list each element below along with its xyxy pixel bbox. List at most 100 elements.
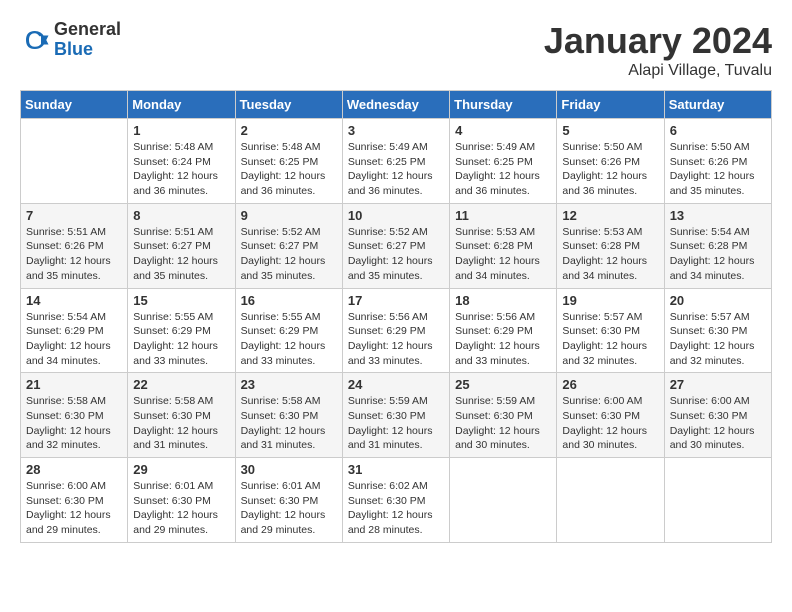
calendar-cell: 13 Sunrise: 5:54 AM Sunset: 6:28 PM Dayli… — [664, 203, 771, 288]
day-number: 23 — [241, 377, 337, 392]
day-info: Sunrise: 6:01 AM Sunset: 6:30 PM Dayligh… — [241, 479, 337, 538]
day-info: Sunrise: 6:00 AM Sunset: 6:30 PM Dayligh… — [562, 394, 658, 453]
day-info: Sunrise: 5:51 AM Sunset: 6:27 PM Dayligh… — [133, 225, 229, 284]
day-info: Sunrise: 5:49 AM Sunset: 6:25 PM Dayligh… — [348, 140, 444, 199]
calendar-cell: 12 Sunrise: 5:53 AM Sunset: 6:28 PM Dayli… — [557, 203, 664, 288]
day-info: Sunrise: 5:54 AM Sunset: 6:28 PM Dayligh… — [670, 225, 766, 284]
calendar-cell: 25Sunrise: 5:59 AM Sunset: 6:30 PM Dayli… — [450, 373, 557, 458]
day-info: Sunrise: 5:56 AM Sunset: 6:29 PM Dayligh… — [455, 310, 551, 369]
calendar-table: SundayMondayTuesdayWednesdayThursdayFrid… — [20, 90, 772, 543]
header-cell-saturday: Saturday — [664, 91, 771, 119]
calendar-cell: 15Sunrise: 5:55 AM Sunset: 6:29 PM Dayli… — [128, 288, 235, 373]
day-info: Sunrise: 5:55 AM Sunset: 6:29 PM Dayligh… — [133, 310, 229, 369]
header-cell-tuesday: Tuesday — [235, 91, 342, 119]
day-number: 13 — [670, 208, 766, 223]
calendar-subtitle: Alapi Village, Tuvalu — [544, 62, 772, 80]
day-number: 3 — [348, 123, 444, 138]
day-number: 8 — [133, 208, 229, 223]
day-info: Sunrise: 6:00 AM Sunset: 6:30 PM Dayligh… — [670, 394, 766, 453]
calendar-cell: 27 Sunrise: 6:00 AM Sunset: 6:30 PM Dayli… — [664, 373, 771, 458]
day-info: Sunrise: 6:02 AM Sunset: 6:30 PM Dayligh… — [348, 479, 444, 538]
calendar-cell: 29Sunrise: 6:01 AM Sunset: 6:30 PM Dayli… — [128, 458, 235, 543]
calendar-title: January 2024 — [544, 20, 772, 62]
day-number: 12 — [562, 208, 658, 223]
calendar-cell: 22 Sunrise: 5:58 AM Sunset: 6:30 PM Dayli… — [128, 373, 235, 458]
week-row-0: 1Sunrise: 5:48 AM Sunset: 6:24 PM Daylig… — [21, 119, 772, 204]
calendar-cell: 10 Sunrise: 5:52 AM Sunset: 6:27 PM Dayli… — [342, 203, 449, 288]
day-info: Sunrise: 5:48 AM Sunset: 6:25 PM Dayligh… — [241, 140, 337, 199]
day-number: 4 — [455, 123, 551, 138]
calendar-cell: 20 Sunrise: 5:57 AM Sunset: 6:30 PM Dayli… — [664, 288, 771, 373]
day-info: Sunrise: 5:52 AM Sunset: 6:27 PM Dayligh… — [348, 225, 444, 284]
calendar-cell: 4 Sunrise: 5:49 AM Sunset: 6:25 PM Daylig… — [450, 119, 557, 204]
header-cell-monday: Monday — [128, 91, 235, 119]
day-number: 31 — [348, 462, 444, 477]
day-info: Sunrise: 5:58 AM Sunset: 6:30 PM Dayligh… — [241, 394, 337, 453]
day-info: Sunrise: 5:57 AM Sunset: 6:30 PM Dayligh… — [670, 310, 766, 369]
day-number: 2 — [241, 123, 337, 138]
day-info: Sunrise: 6:01 AM Sunset: 6:30 PM Dayligh… — [133, 479, 229, 538]
day-info: Sunrise: 5:58 AM Sunset: 6:30 PM Dayligh… — [133, 394, 229, 453]
week-row-2: 14 Sunrise: 5:54 AM Sunset: 6:29 PM Dayli… — [21, 288, 772, 373]
calendar-body: 1Sunrise: 5:48 AM Sunset: 6:24 PM Daylig… — [21, 119, 772, 543]
day-info: Sunrise: 5:58 AM Sunset: 6:30 PM Dayligh… — [26, 394, 122, 453]
day-number: 24 — [348, 377, 444, 392]
calendar-cell: 26 Sunrise: 6:00 AM Sunset: 6:30 PM Dayli… — [557, 373, 664, 458]
calendar-cell: 23 Sunrise: 5:58 AM Sunset: 6:30 PM Dayli… — [235, 373, 342, 458]
day-number: 28 — [26, 462, 122, 477]
calendar-cell: 2 Sunrise: 5:48 AM Sunset: 6:25 PM Daylig… — [235, 119, 342, 204]
calendar-cell: 8 Sunrise: 5:51 AM Sunset: 6:27 PM Daylig… — [128, 203, 235, 288]
day-number: 30 — [241, 462, 337, 477]
day-info: Sunrise: 5:59 AM Sunset: 6:30 PM Dayligh… — [348, 394, 444, 453]
day-info: Sunrise: 5:55 AM Sunset: 6:29 PM Dayligh… — [241, 310, 337, 369]
header-cell-wednesday: Wednesday — [342, 91, 449, 119]
calendar-cell: 6 Sunrise: 5:50 AM Sunset: 6:26 PM Daylig… — [664, 119, 771, 204]
logo-general-text: General — [54, 20, 121, 40]
day-info: Sunrise: 5:52 AM Sunset: 6:27 PM Dayligh… — [241, 225, 337, 284]
title-block: January 2024 Alapi Village, Tuvalu — [544, 20, 772, 80]
day-info: Sunrise: 5:49 AM Sunset: 6:25 PM Dayligh… — [455, 140, 551, 199]
day-info: Sunrise: 5:53 AM Sunset: 6:28 PM Dayligh… — [562, 225, 658, 284]
day-number: 6 — [670, 123, 766, 138]
day-number: 7 — [26, 208, 122, 223]
day-number: 26 — [562, 377, 658, 392]
day-info: Sunrise: 5:53 AM Sunset: 6:28 PM Dayligh… — [455, 225, 551, 284]
day-info: Sunrise: 5:54 AM Sunset: 6:29 PM Dayligh… — [26, 310, 122, 369]
day-info: Sunrise: 5:59 AM Sunset: 6:30 PM Dayligh… — [455, 394, 551, 453]
calendar-cell: 7 Sunrise: 5:51 AM Sunset: 6:26 PM Daylig… — [21, 203, 128, 288]
week-row-1: 7 Sunrise: 5:51 AM Sunset: 6:26 PM Daylig… — [21, 203, 772, 288]
day-number: 16 — [241, 293, 337, 308]
day-number: 5 — [562, 123, 658, 138]
calendar-cell: 14 Sunrise: 5:54 AM Sunset: 6:29 PM Dayli… — [21, 288, 128, 373]
day-number: 27 — [670, 377, 766, 392]
calendar-cell — [664, 458, 771, 543]
logo-text: General Blue — [54, 20, 121, 60]
day-number: 22 — [133, 377, 229, 392]
calendar-cell: 1Sunrise: 5:48 AM Sunset: 6:24 PM Daylig… — [128, 119, 235, 204]
logo-blue-text: Blue — [54, 40, 121, 60]
calendar-cell: 24 Sunrise: 5:59 AM Sunset: 6:30 PM Dayli… — [342, 373, 449, 458]
calendar-cell: 5 Sunrise: 5:50 AM Sunset: 6:26 PM Daylig… — [557, 119, 664, 204]
day-number: 20 — [670, 293, 766, 308]
calendar-cell: 19Sunrise: 5:57 AM Sunset: 6:30 PM Dayli… — [557, 288, 664, 373]
day-number: 14 — [26, 293, 122, 308]
calendar-cell: 11 Sunrise: 5:53 AM Sunset: 6:28 PM Dayli… — [450, 203, 557, 288]
header-cell-friday: Friday — [557, 91, 664, 119]
week-row-4: 28Sunrise: 6:00 AM Sunset: 6:30 PM Dayli… — [21, 458, 772, 543]
day-number: 1 — [133, 123, 229, 138]
calendar-cell: 17Sunrise: 5:56 AM Sunset: 6:29 PM Dayli… — [342, 288, 449, 373]
calendar-cell — [450, 458, 557, 543]
day-info: Sunrise: 5:50 AM Sunset: 6:26 PM Dayligh… — [562, 140, 658, 199]
calendar-cell: 18 Sunrise: 5:56 AM Sunset: 6:29 PM Dayli… — [450, 288, 557, 373]
calendar-cell — [557, 458, 664, 543]
calendar-cell: 16 Sunrise: 5:55 AM Sunset: 6:29 PM Dayli… — [235, 288, 342, 373]
day-number: 11 — [455, 208, 551, 223]
day-number: 18 — [455, 293, 551, 308]
calendar-cell: 31 Sunrise: 6:02 AM Sunset: 6:30 PM Dayli… — [342, 458, 449, 543]
day-info: Sunrise: 5:57 AM Sunset: 6:30 PM Dayligh… — [562, 310, 658, 369]
day-number: 10 — [348, 208, 444, 223]
day-info: Sunrise: 5:51 AM Sunset: 6:26 PM Dayligh… — [26, 225, 122, 284]
logo: General Blue — [20, 20, 121, 60]
day-info: Sunrise: 5:50 AM Sunset: 6:26 PM Dayligh… — [670, 140, 766, 199]
calendar-cell — [21, 119, 128, 204]
